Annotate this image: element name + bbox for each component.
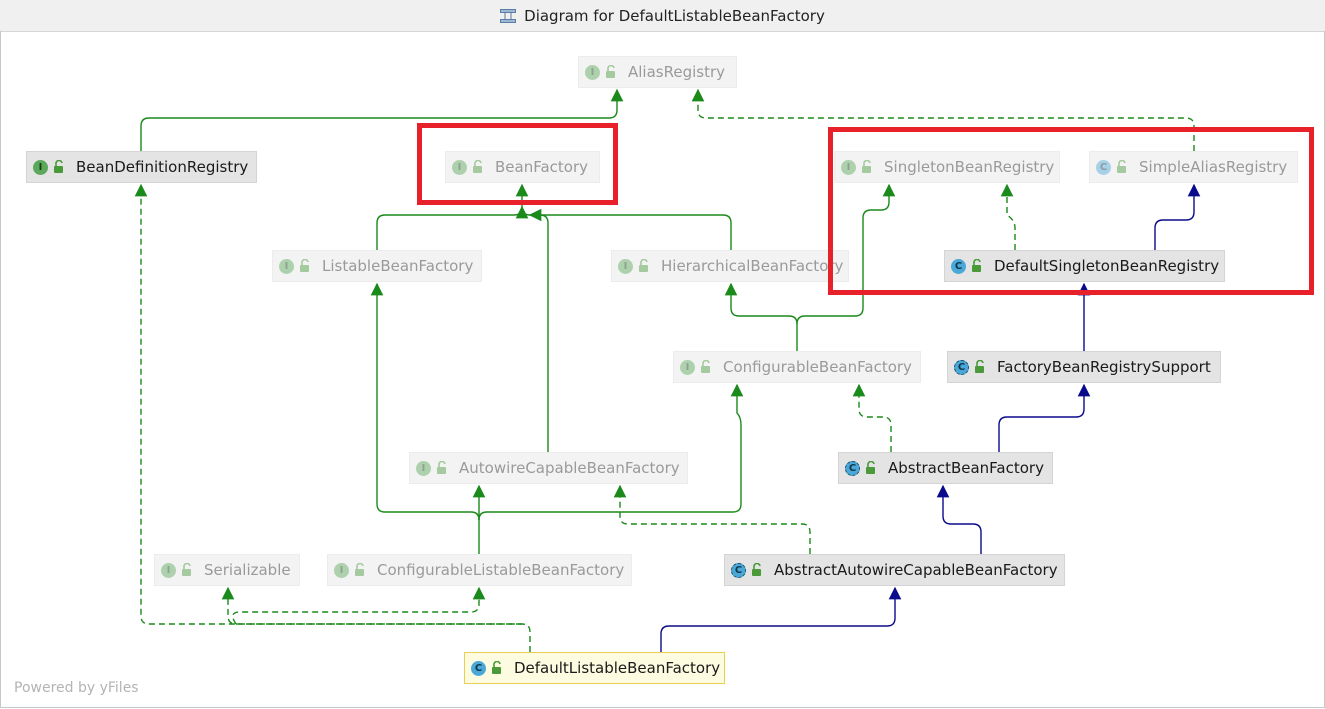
class-icon: C bbox=[951, 258, 966, 274]
public-access-icon bbox=[973, 359, 987, 374]
node-label: ConfigurableListableBeanFactory bbox=[377, 561, 625, 579]
interface-icon: I bbox=[161, 562, 176, 578]
public-access-icon bbox=[180, 562, 194, 577]
node-label: ListableBeanFactory bbox=[322, 257, 474, 275]
node-configurable-bean-factory[interactable]: I ConfigurableBeanFactory bbox=[673, 351, 921, 383]
node-label: BeanDefinitionRegistry bbox=[76, 158, 249, 176]
node-label: DefaultSingletonBeanRegistry bbox=[994, 257, 1220, 275]
node-label: SingletonBeanRegistry bbox=[884, 158, 1055, 176]
node-simple-alias-registry[interactable]: C SimpleAliasRegistry bbox=[1089, 151, 1298, 183]
public-access-icon bbox=[471, 159, 485, 174]
node-default-singleton-bean-registry[interactable]: C DefaultSingletonBeanRegistry bbox=[944, 250, 1225, 282]
node-alias-registry[interactable]: I AliasRegistry bbox=[578, 56, 737, 88]
edge-ListableBeanFactory-to-BeanFactory bbox=[376, 183, 529, 250]
edge-AbstractBeanFactory-to-FactoryBeanRegistrySupport bbox=[998, 383, 1091, 452]
interface-icon: I bbox=[33, 159, 48, 175]
public-access-icon bbox=[750, 562, 764, 577]
public-access-icon bbox=[604, 64, 618, 79]
node-label: BeanFactory bbox=[495, 158, 589, 176]
edge-SimpleAliasRegistry-to-AliasRegistry bbox=[691, 88, 1195, 151]
interface-icon: I bbox=[585, 64, 600, 80]
public-access-icon bbox=[864, 460, 878, 475]
public-access-icon bbox=[353, 562, 367, 577]
edge-DefaultListableBeanFactory-to-ConfigurableListableBeanFactory bbox=[232, 586, 486, 625]
public-access-icon bbox=[435, 460, 449, 475]
node-hierarchical-bean-factory[interactable]: I HierarchicalBeanFactory bbox=[611, 250, 849, 282]
public-access-icon bbox=[52, 159, 66, 174]
class-icon: C bbox=[1096, 159, 1111, 175]
public-access-icon bbox=[699, 359, 713, 374]
edge-AbstractAutowireCapableBeanFactory-to-AbstractBeanFactory bbox=[936, 484, 982, 554]
edge-ConfigurableBeanFactory-to-HierarchicalBeanFactory bbox=[724, 282, 798, 351]
edge-HierarchicalBeanFactory-to-BeanFactory bbox=[515, 205, 732, 250]
node-label: AliasRegistry bbox=[628, 63, 726, 81]
node-abstract-autowire-capable-bean-factory[interactable]: C AbstractAutowireCapableBeanFactory bbox=[724, 554, 1065, 586]
public-access-icon bbox=[1115, 159, 1129, 174]
node-label: Serializable bbox=[204, 561, 291, 579]
node-label: SimpleAliasRegistry bbox=[1139, 158, 1288, 176]
node-serializable[interactable]: I Serializable bbox=[154, 554, 300, 586]
node-label: ConfigurableBeanFactory bbox=[723, 358, 912, 376]
node-label: DefaultListableBeanFactory bbox=[514, 659, 721, 677]
class-icon: C bbox=[471, 660, 486, 676]
interface-icon: I bbox=[452, 159, 467, 175]
interface-icon: I bbox=[334, 562, 349, 578]
node-configurable-listable-bean-factory[interactable]: I ConfigurableListableBeanFactory bbox=[327, 554, 632, 586]
public-access-icon bbox=[298, 258, 312, 273]
edge-AbstractAutowireCapableBeanFactory-to-AutowireCapableBeanFactory bbox=[613, 484, 811, 554]
abstract-icon: C bbox=[845, 460, 860, 476]
public-access-icon bbox=[490, 660, 504, 675]
node-label: HierarchicalBeanFactory bbox=[661, 257, 844, 275]
edge-AutowireCapableBeanFactory-to-BeanFactory bbox=[528, 208, 549, 452]
node-label: FactoryBeanRegistrySupport bbox=[997, 358, 1211, 376]
edge-DefaultSingletonBeanRegistry-to-SingletonBeanRegistry bbox=[1000, 183, 1016, 250]
public-access-icon bbox=[637, 258, 651, 273]
node-autowire-capable-bean-factory[interactable]: I AutowireCapableBeanFactory bbox=[409, 452, 688, 484]
node-label: AbstractAutowireCapableBeanFactory bbox=[774, 561, 1058, 579]
node-factory-bean-registry-support[interactable]: C FactoryBeanRegistrySupport bbox=[947, 351, 1221, 383]
node-abstract-bean-factory[interactable]: C AbstractBeanFactory bbox=[838, 452, 1053, 484]
edge-BeanDefinitionRegistry-to-AliasRegistry bbox=[140, 88, 624, 151]
node-label: AbstractBeanFactory bbox=[888, 459, 1044, 477]
node-bean-definition-registry[interactable]: I BeanDefinitionRegistry bbox=[26, 151, 257, 183]
interface-icon: I bbox=[841, 159, 856, 175]
interface-icon: I bbox=[416, 460, 431, 476]
edge-ConfigurableListableBeanFactory-to-ListableBeanFactory bbox=[370, 282, 480, 554]
node-default-listable-bean-factory[interactable]: C DefaultListableBeanFactory bbox=[464, 652, 725, 684]
public-access-icon bbox=[970, 258, 984, 273]
node-label: AutowireCapableBeanFactory bbox=[459, 459, 680, 477]
edge-DefaultSingletonBeanRegistry-to-SimpleAliasRegistry bbox=[1154, 183, 1201, 250]
node-listable-bean-factory[interactable]: I ListableBeanFactory bbox=[272, 250, 482, 282]
abstract-icon: C bbox=[731, 562, 746, 578]
edge-AbstractBeanFactory-to-ConfigurableBeanFactory bbox=[852, 383, 892, 452]
edge-DefaultListableBeanFactory-to-AbstractAutowireCapableBeanFactory bbox=[660, 586, 902, 652]
interface-icon: I bbox=[680, 359, 695, 375]
public-access-icon bbox=[860, 159, 874, 174]
node-singleton-bean-registry[interactable]: I SingletonBeanRegistry bbox=[834, 151, 1060, 183]
node-bean-factory[interactable]: I BeanFactory bbox=[445, 151, 600, 183]
abstract-icon: C bbox=[954, 359, 969, 375]
watermark: Powered by yFiles bbox=[14, 680, 139, 696]
interface-icon: I bbox=[618, 258, 633, 274]
interface-icon: I bbox=[279, 258, 294, 274]
edge-DefaultListableBeanFactory-to-Serializable bbox=[221, 586, 522, 625]
